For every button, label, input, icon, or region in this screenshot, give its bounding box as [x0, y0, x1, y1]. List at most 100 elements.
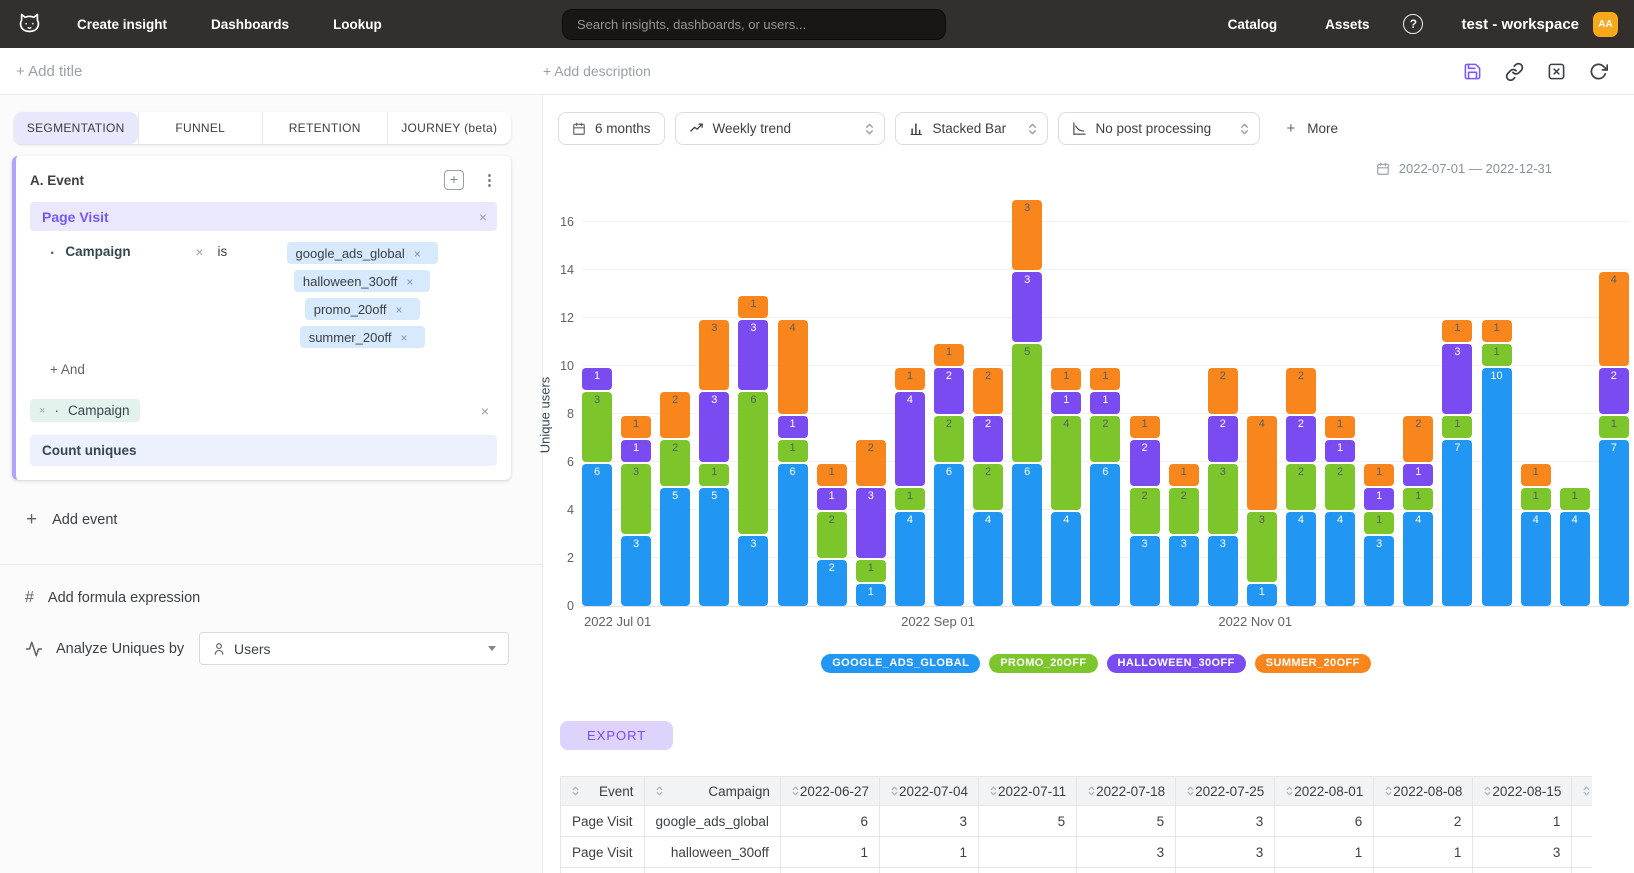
bar-segment-google_ads_global[interactable]: 6: [582, 464, 612, 606]
clear-group-by-icon[interactable]: ×: [481, 403, 489, 419]
bar-segment-google_ads_global[interactable]: 3: [1130, 536, 1160, 606]
bar-2022-10-03[interactable]: 3221: [1130, 416, 1160, 606]
remove-chip-icon[interactable]: ×: [406, 275, 413, 289]
bar-segment-google_ads_global[interactable]: 5: [699, 488, 729, 606]
help-icon[interactable]: ?: [1403, 14, 1423, 34]
bar-2022-07-25[interactable]: 3631: [738, 296, 768, 606]
bar-segment-google_ads_global[interactable]: 3: [1364, 536, 1394, 606]
bar-segment-google_ads_global[interactable]: 1: [1247, 584, 1277, 606]
column-header[interactable]: 2022-07-18: [1077, 777, 1176, 806]
bar-segment-google_ads_global[interactable]: 6: [934, 464, 964, 606]
column-header[interactable]: 2022-06-27: [780, 777, 879, 806]
bar-segment-summer_20off[interactable]: 2: [1286, 368, 1316, 414]
bar-segment-promo_20off[interactable]: 1: [699, 464, 729, 486]
column-header[interactable]: Event: [561, 777, 645, 806]
bar-segment-promo_20off[interactable]: 3: [621, 464, 651, 534]
event-menu-icon[interactable]: ⋮: [482, 171, 497, 189]
column-header[interactable]: 2022-07-04: [879, 777, 978, 806]
bar-2022-09-05[interactable]: 4222: [973, 368, 1003, 606]
search-input[interactable]: [562, 9, 946, 40]
bar-segment-summer_20off[interactable]: 3: [699, 320, 729, 390]
bar-segment-halloween_30off[interactable]: 1: [1325, 440, 1355, 462]
bar-segment-halloween_30off[interactable]: 2: [973, 416, 1003, 462]
bar-segment-google_ads_global[interactable]: 5: [660, 488, 690, 606]
bar-segment-google_ads_global[interactable]: 4: [895, 512, 925, 606]
column-header[interactable]: 2022-08-22: [1572, 777, 1592, 806]
remove-chip-icon[interactable]: ×: [396, 303, 403, 317]
bar-2022-08-15[interactable]: 1132: [856, 440, 886, 606]
sort-icon[interactable]: [1582, 785, 1591, 797]
bar-segment-promo_20off[interactable]: 2: [1130, 488, 1160, 534]
bar-segment-promo_20off[interactable]: 2: [973, 464, 1003, 510]
bar-2022-06-27[interactable]: 631: [582, 368, 612, 606]
sort-icon[interactable]: [989, 785, 998, 797]
bar-segment-summer_20off[interactable]: 1: [1130, 416, 1160, 438]
bar-segment-summer_20off[interactable]: 3: [1012, 200, 1042, 270]
bar-segment-halloween_30off[interactable]: 3: [1442, 344, 1472, 414]
bar-2022-08-22[interactable]: 4141: [895, 368, 925, 606]
remove-filter-icon[interactable]: ×: [195, 244, 203, 260]
bar-segment-google_ads_global[interactable]: 6: [1090, 464, 1120, 606]
bar-2022-09-19[interactable]: 4411: [1051, 368, 1081, 606]
avatar[interactable]: AA: [1593, 12, 1618, 37]
sort-icon[interactable]: [890, 785, 899, 797]
nav-item-create-insight[interactable]: Create insight: [77, 17, 167, 32]
date-range-button[interactable]: 6 months: [558, 112, 665, 145]
bar-segment-summer_20off[interactable]: 1: [1442, 320, 1472, 342]
legend-item-summer_20off[interactable]: SUMMER_20OFF: [1255, 654, 1371, 673]
add-title-button[interactable]: + Add title: [16, 63, 82, 80]
nav-item-catalog[interactable]: Catalog: [1228, 17, 1278, 32]
bar-segment-halloween_30off[interactable]: 2: [1599, 368, 1629, 414]
bar-segment-google_ads_global[interactable]: 4: [973, 512, 1003, 606]
bar-segment-google_ads_global[interactable]: 6: [1012, 464, 1042, 606]
bar-segment-google_ads_global[interactable]: 2: [817, 560, 847, 606]
sort-icon[interactable]: [1285, 785, 1294, 797]
bar-segment-summer_20off[interactable]: 1: [1169, 464, 1199, 486]
bar-segment-promo_20off[interactable]: 1: [1560, 488, 1590, 510]
sort-icon[interactable]: [1384, 785, 1393, 797]
bar-segment-halloween_30off[interactable]: 1: [621, 440, 651, 462]
measure-row[interactable]: Count uniques: [30, 435, 497, 466]
bar-segment-promo_20off[interactable]: 1: [1599, 416, 1629, 438]
bar-segment-promo_20off[interactable]: 5: [1012, 344, 1042, 462]
bar-2022-12-12[interactable]: 411: [1521, 464, 1551, 606]
bar-segment-summer_20off[interactable]: 1: [817, 464, 847, 486]
bar-segment-halloween_30off[interactable]: 2: [1208, 416, 1238, 462]
bar-segment-summer_20off[interactable]: 4: [1247, 416, 1277, 510]
bar-2022-11-28[interactable]: 7131: [1442, 320, 1472, 606]
bar-2022-08-08[interactable]: 2211: [817, 464, 847, 606]
bar-segment-promo_20off[interactable]: 3: [1208, 464, 1238, 534]
legend-item-promo_20off[interactable]: PROMO_20OFF: [989, 654, 1097, 673]
nav-item-dashboards[interactable]: Dashboards: [211, 17, 289, 32]
bar-2022-12-19[interactable]: 41: [1560, 488, 1590, 606]
event-name-row[interactable]: Page Visit ×: [30, 202, 497, 231]
bar-2022-12-26[interactable]: 7124: [1599, 272, 1629, 606]
bar-segment-halloween_30off[interactable]: 1: [817, 488, 847, 510]
bar-segment-halloween_30off[interactable]: 3: [856, 488, 886, 558]
bar-segment-halloween_30off[interactable]: 1: [582, 368, 612, 390]
bar-segment-promo_20off[interactable]: 1: [1482, 344, 1512, 366]
column-header[interactable]: 2022-08-15: [1473, 777, 1572, 806]
bar-segment-summer_20off[interactable]: 1: [621, 416, 651, 438]
add-description-button[interactable]: + Add description: [543, 63, 651, 79]
bar-segment-summer_20off[interactable]: 2: [856, 440, 886, 486]
bar-segment-google_ads_global[interactable]: 4: [1560, 512, 1590, 606]
sort-icon[interactable]: [655, 785, 664, 797]
group-by-chip[interactable]: × · Campaign: [30, 399, 140, 422]
bar-segment-google_ads_global[interactable]: 4: [1051, 512, 1081, 606]
bar-2022-10-31[interactable]: 4222: [1286, 368, 1316, 606]
bar-segment-summer_20off[interactable]: 1: [1482, 320, 1512, 342]
export-button[interactable]: EXPORT: [560, 721, 673, 750]
bar-segment-halloween_30off[interactable]: 2: [934, 368, 964, 414]
filter-operator[interactable]: is: [218, 244, 228, 259]
remove-chip-icon[interactable]: ×: [414, 247, 421, 261]
analyze-by-select[interactable]: Users: [199, 632, 509, 665]
bar-segment-summer_20off[interactable]: 1: [934, 344, 964, 366]
bar-segment-halloween_30off[interactable]: 1: [1051, 392, 1081, 414]
bar-2022-10-24[interactable]: 134: [1247, 416, 1277, 606]
bar-segment-google_ads_global[interactable]: 1: [856, 584, 886, 606]
bar-segment-promo_20off[interactable]: 4: [1051, 416, 1081, 510]
bar-segment-summer_20off[interactable]: 2: [1403, 416, 1433, 462]
bar-segment-halloween_30off[interactable]: 3: [1012, 272, 1042, 342]
remove-event-icon[interactable]: ×: [479, 209, 487, 225]
